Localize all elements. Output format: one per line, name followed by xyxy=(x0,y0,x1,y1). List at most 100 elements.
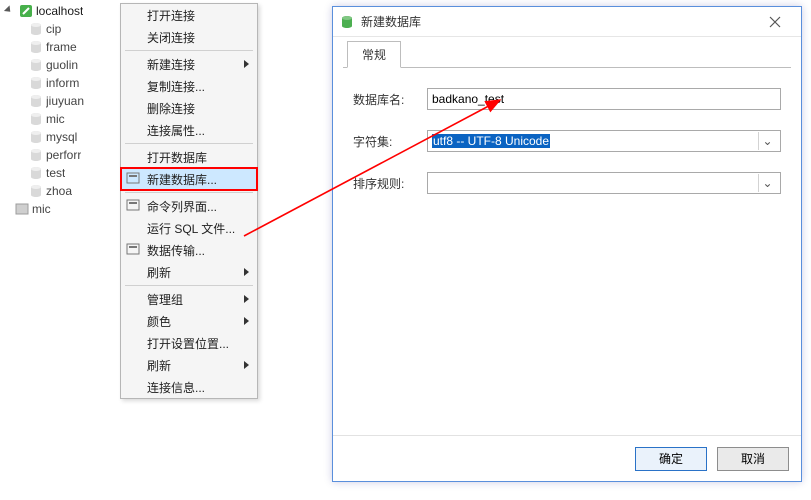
menu-item-icon xyxy=(125,170,141,186)
menu-item-label: 复制连接... xyxy=(147,78,205,95)
ok-button[interactable]: 确定 xyxy=(635,447,707,471)
menu-item[interactable]: 新建数据库... xyxy=(121,168,257,190)
label-db-name: 数据库名: xyxy=(353,91,427,108)
tree-item[interactable]: test xyxy=(0,164,124,182)
menu-item-icon xyxy=(125,197,141,213)
label-collation: 排序规则: xyxy=(353,175,427,192)
database-icon xyxy=(28,93,44,109)
tree-item-other[interactable]: mic xyxy=(0,200,124,218)
server-icon xyxy=(18,3,34,19)
dialog-footer: 确定 取消 xyxy=(333,435,801,481)
database-icon xyxy=(28,111,44,127)
menu-item-label: 打开设置位置... xyxy=(147,335,229,352)
menu-item[interactable]: 刷新 xyxy=(121,354,257,376)
tree-item-label: inform xyxy=(46,74,79,92)
tree-item-label: jiuyuan xyxy=(46,92,84,110)
menu-item-label: 管理组 xyxy=(147,291,183,308)
menu-item[interactable]: 打开设置位置... xyxy=(121,332,257,354)
menu-separator xyxy=(125,143,253,144)
tree-item-label: mic xyxy=(46,110,65,128)
database-icon xyxy=(28,57,44,73)
menu-item-icon xyxy=(125,241,141,257)
menu-item[interactable]: 关闭连接 xyxy=(121,26,257,48)
tree-item[interactable]: zhoa xyxy=(0,182,124,200)
tab-label: 常规 xyxy=(362,48,386,62)
tree-root-label: localhost xyxy=(36,2,83,20)
database-icon xyxy=(28,129,44,145)
chevron-down-icon: ⌄ xyxy=(758,174,776,192)
dialog-title: 新建数据库 xyxy=(361,13,749,30)
menu-item-label: 新建数据库... xyxy=(147,171,217,188)
menu-header: 打开连接 xyxy=(121,4,257,26)
menu-item[interactable]: 数据传输... xyxy=(121,239,257,261)
cancel-button[interactable]: 取消 xyxy=(717,447,789,471)
tree-item-label: mysql xyxy=(46,128,77,146)
menu-item[interactable]: 命令列界面... xyxy=(121,195,257,217)
chevron-down-icon: ⌄ xyxy=(758,132,776,150)
menu-item-label: 命令列界面... xyxy=(147,198,217,215)
tree-item[interactable]: mysql xyxy=(0,128,124,146)
context-menu: 打开连接关闭连接新建连接复制连接... 删除连接连接属性... 打开数据库新建数据库… xyxy=(120,3,258,399)
menu-item-label: 数据传输... xyxy=(147,242,205,259)
menu-separator xyxy=(125,192,253,193)
menu-item-label: 打开连接 xyxy=(147,7,195,24)
menu-item-label: 连接属性... xyxy=(147,122,205,139)
database-icon xyxy=(28,21,44,37)
tree-item-label: frame xyxy=(46,38,77,56)
menu-item-label: 运行 SQL 文件... xyxy=(147,220,235,237)
tree-item-label: test xyxy=(46,164,65,182)
tree-item-label: guolin xyxy=(46,56,78,74)
tree-item-label: cip xyxy=(46,20,61,38)
select-charset-value: utf8 -- UTF-8 Unicode xyxy=(432,134,550,148)
tree-item[interactable]: perforr xyxy=(0,146,124,164)
menu-item-label: 连接信息... xyxy=(147,379,205,396)
menu-item-label: 刷新 xyxy=(147,357,171,374)
database-icon xyxy=(28,183,44,199)
module-icon xyxy=(14,201,30,217)
expand-icon[interactable] xyxy=(6,6,16,16)
menu-item[interactable]: 颜色 xyxy=(121,310,257,332)
menu-item[interactable]: 运行 SQL 文件... xyxy=(121,217,257,239)
tree-item-label: perforr xyxy=(46,146,81,164)
row-db-name: 数据库名: xyxy=(353,88,781,110)
dialog-titlebar[interactable]: 新建数据库 xyxy=(333,7,801,37)
menu-item-label: 刷新 xyxy=(147,264,171,281)
tree-item[interactable]: inform xyxy=(0,74,124,92)
menu-item-label: 新建连接 xyxy=(147,56,195,73)
tree-item[interactable]: jiuyuan xyxy=(0,92,124,110)
select-charset[interactable]: utf8 -- UTF-8 Unicode ⌄ xyxy=(427,130,781,152)
menu-item[interactable]: 打开数据库 xyxy=(121,146,257,168)
menu-item-label: 删除连接 xyxy=(147,100,195,117)
menu-item[interactable]: 复制连接... xyxy=(121,75,257,97)
select-collation[interactable]: ⌄ xyxy=(427,172,781,194)
database-icon xyxy=(339,14,355,30)
menu-item[interactable]: 删除连接 xyxy=(121,97,257,119)
menu-item-label: 打开数据库 xyxy=(147,149,207,166)
input-db-name[interactable] xyxy=(427,88,781,110)
tree-item[interactable]: cip xyxy=(0,20,124,38)
row-collation: 排序规则: ⌄ xyxy=(353,172,781,194)
database-icon xyxy=(28,147,44,163)
form: 数据库名: 字符集: utf8 -- UTF-8 Unicode ⌄ 排序规则:… xyxy=(343,68,791,194)
tab-general[interactable]: 常规 xyxy=(347,41,401,68)
menu-item[interactable]: 连接信息... xyxy=(121,376,257,398)
tree-item-label: zhoa xyxy=(46,182,72,200)
menu-item[interactable]: 新建连接 xyxy=(121,53,257,75)
connection-tree: localhost cipframeguolininformjiuyuanmic… xyxy=(0,0,125,500)
tree-item[interactable]: frame xyxy=(0,38,124,56)
menu-item-label: 关闭连接 xyxy=(147,29,195,46)
database-icon xyxy=(28,165,44,181)
menu-item[interactable]: 管理组 xyxy=(121,288,257,310)
menu-item[interactable]: 连接属性... xyxy=(121,119,257,141)
new-database-dialog: 新建数据库 常规 数据库名: 字符集: utf8 -- UTF-8 Unicod… xyxy=(332,6,802,482)
menu-separator xyxy=(125,285,253,286)
close-button[interactable] xyxy=(755,10,795,34)
tree-item[interactable]: mic xyxy=(0,110,124,128)
dialog-body: 常规 数据库名: 字符集: utf8 -- UTF-8 Unicode ⌄ 排序… xyxy=(333,37,801,435)
label-charset: 字符集: xyxy=(353,133,427,150)
menu-item-label: 颜色 xyxy=(147,313,171,330)
menu-item[interactable]: 刷新 xyxy=(121,261,257,283)
database-icon xyxy=(28,39,44,55)
tree-root[interactable]: localhost xyxy=(0,2,124,20)
tree-item[interactable]: guolin xyxy=(0,56,124,74)
